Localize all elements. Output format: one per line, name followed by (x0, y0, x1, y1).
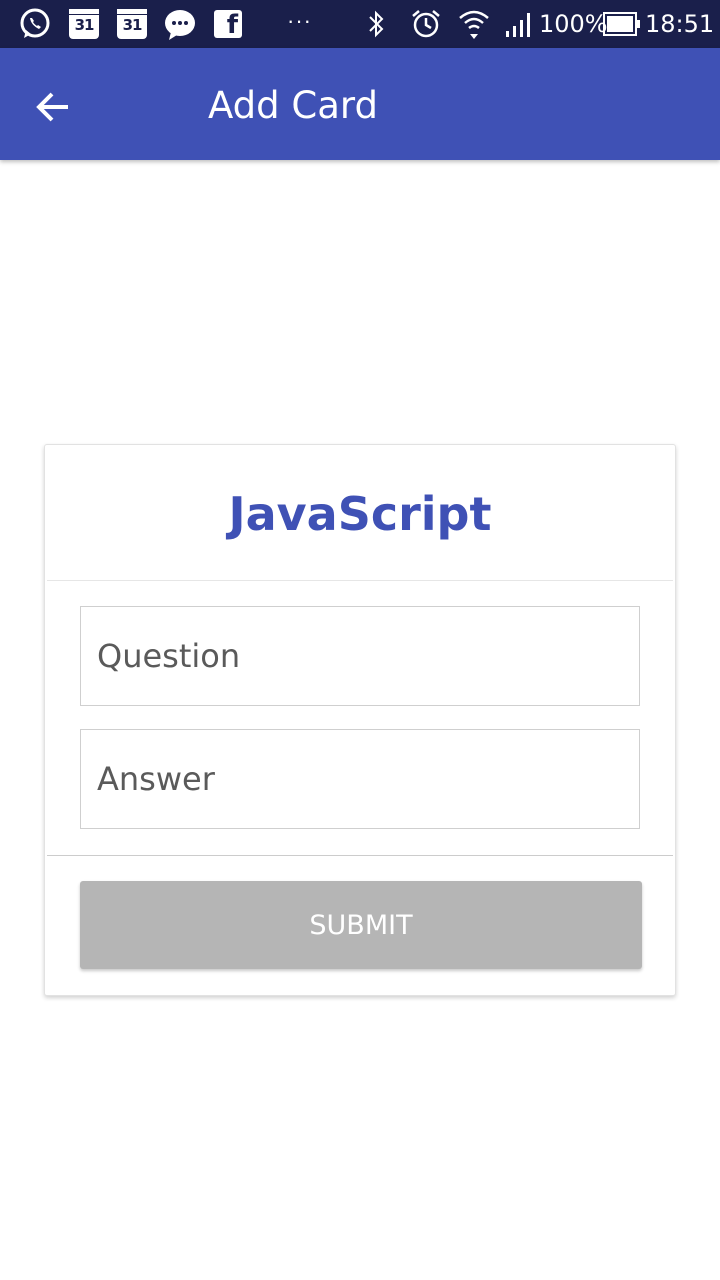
bluetooth-icon (369, 10, 384, 38)
alarm-icon (412, 10, 440, 38)
back-arrow-icon[interactable] (28, 82, 78, 132)
app-bar: Add Card (0, 48, 720, 160)
add-card-form: JavaScript SUBMIT (44, 444, 676, 996)
battery-icon (603, 12, 640, 36)
status-bar: 31 31 f ··· 100% 18:51 (0, 0, 720, 48)
calendar-day: 31 (122, 16, 143, 34)
divider (47, 855, 673, 856)
calendar-icon: 31 (69, 9, 99, 39)
answer-input[interactable] (81, 730, 639, 828)
messenger-icon (165, 10, 195, 40)
question-field (80, 606, 640, 706)
deck-title: JavaScript (228, 487, 492, 541)
facebook-icon: f (214, 10, 242, 40)
submit-button[interactable]: SUBMIT (80, 881, 642, 969)
more-notifications-icon: ··· (287, 8, 312, 33)
battery-percent: 100% (539, 10, 608, 38)
whatsapp-icon (20, 8, 50, 38)
facebook-glyph: f (226, 10, 238, 40)
question-input[interactable] (81, 607, 639, 705)
clock: 18:51 (645, 10, 715, 38)
calendar-day: 31 (74, 16, 95, 34)
page-title: Add Card (208, 84, 378, 127)
wifi-icon (459, 10, 489, 39)
divider (47, 580, 673, 581)
signal-icon (506, 13, 530, 37)
answer-field (80, 729, 640, 829)
calendar-icon: 31 (117, 9, 147, 39)
